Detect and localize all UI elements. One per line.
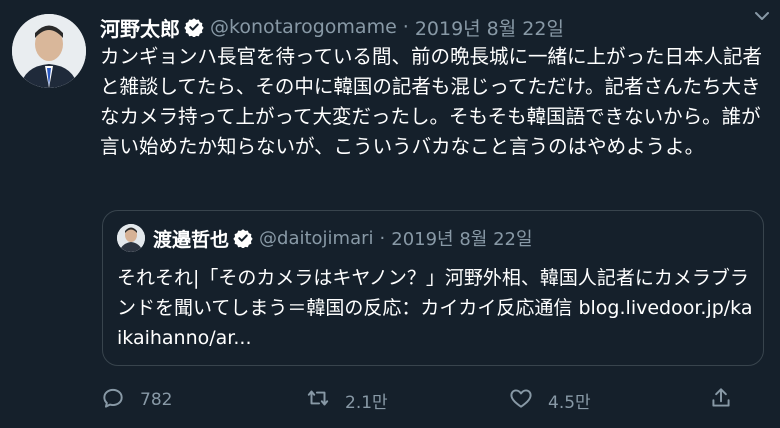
- retweet-icon: [305, 385, 345, 416]
- tweet-text: カンギョンハ長官を待っている間、前の晩長城に一緒に上がった日本人記者と雑談してた…: [100, 45, 763, 158]
- tweet[interactable]: 河野太郎 @konotarogomame · 2019년 8월 22일 カンギョ…: [0, 0, 780, 428]
- tweet-date[interactable]: 2019년 8월 22일: [415, 14, 564, 41]
- like-icon: [508, 385, 548, 416]
- chevron-down-icon[interactable]: [750, 4, 774, 28]
- reply-button[interactable]: 782: [100, 382, 172, 418]
- quote-author-handle[interactable]: @daitojimari: [259, 228, 374, 249]
- verified-icon: [233, 228, 253, 249]
- quote-separator: ·: [379, 227, 386, 249]
- reply-icon: [100, 385, 140, 416]
- author-name[interactable]: 河野太郎: [100, 13, 180, 42]
- retweet-count: 2.1만: [345, 392, 388, 413]
- tweet-actions: 782 2.1만 4.5만: [100, 382, 750, 418]
- header-separator: ·: [402, 16, 409, 38]
- quote-date[interactable]: 2019년 8월 22일: [391, 225, 532, 251]
- quote-header: 渡邉哲也 @daitojimari · 2019년 8월 22일: [117, 223, 533, 253]
- quoted-tweet[interactable]: 渡邉哲也 @daitojimari · 2019년 8월 22일 それそれ|「そ…: [102, 210, 764, 366]
- quote-text: それそれ|「そのカメラはキヤノン？」河野外相、韓国人記者にカメラブランドを聞いて…: [117, 267, 753, 349]
- like-button[interactable]: 4.5만: [508, 382, 591, 418]
- quote-author-name[interactable]: 渡邉哲也: [153, 225, 229, 252]
- reply-count: 782: [140, 390, 173, 410]
- author-avatar[interactable]: [12, 14, 86, 88]
- retweet-button[interactable]: 2.1만: [305, 382, 388, 418]
- share-icon: [708, 385, 748, 416]
- quote-author-avatar[interactable]: [117, 224, 145, 252]
- tweet-header: 河野太郎 @konotarogomame · 2019년 8월 22일: [100, 12, 760, 42]
- like-count: 4.5만: [548, 392, 591, 413]
- share-button[interactable]: [708, 382, 748, 418]
- author-handle[interactable]: @konotarogomame: [210, 16, 397, 38]
- verified-icon: [184, 17, 204, 38]
